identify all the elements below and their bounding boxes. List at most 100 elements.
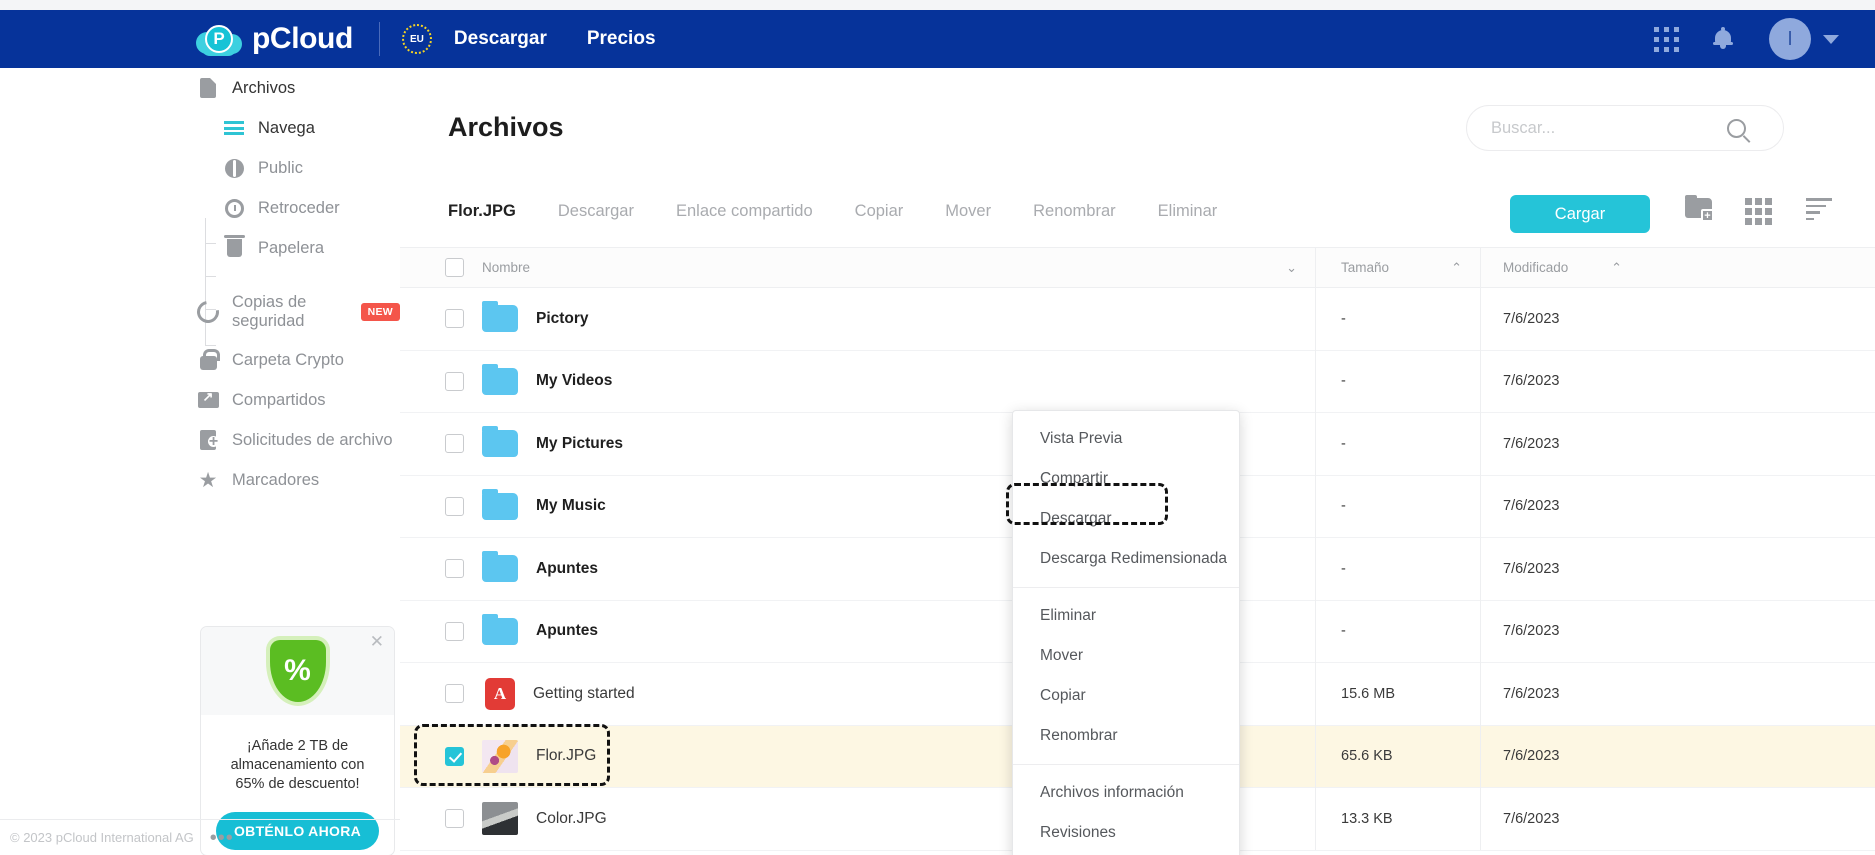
sidebar-item-public[interactable]: Public: [0, 148, 400, 188]
clock-rewind-icon: [222, 197, 246, 219]
grid-apps-icon[interactable]: [1654, 26, 1679, 52]
select-all-checkbox[interactable]: [445, 258, 464, 277]
sidebar: Archivos Navega Public Retroceder Papele…: [0, 68, 400, 855]
action-renombrar[interactable]: Renombrar: [1033, 202, 1116, 221]
menu-item-renombrar[interactable]: Renombrar: [1013, 716, 1239, 756]
sidebar-item-navega[interactable]: Navega: [0, 108, 400, 148]
action-eliminar[interactable]: Eliminar: [1158, 202, 1218, 221]
file-size: 65.6 KB: [1341, 748, 1393, 765]
row-checkbox[interactable]: [445, 809, 464, 829]
sidebar-item-label: Retroceder: [258, 198, 340, 217]
row-checkbox[interactable]: [445, 309, 464, 329]
menu-item-mover[interactable]: Mover: [1013, 636, 1239, 676]
action-enlace-compartido[interactable]: Enlace compartido: [676, 202, 813, 221]
sidebar-item-solicitudes-de-archivo[interactable]: Solicitudes de archivo: [0, 420, 400, 460]
action-descargar[interactable]: Descargar: [558, 202, 634, 221]
sidebar-item-marcadores[interactable]: ★ Marcadores: [0, 460, 400, 500]
column-header-modificado: Modificado: [1503, 260, 1569, 275]
folder-icon: [482, 301, 518, 333]
more-dots-icon[interactable]: •••: [210, 828, 234, 848]
sort-icon[interactable]: [1806, 198, 1832, 220]
sidebar-item-label: Compartidos: [232, 390, 326, 409]
file-name: Getting started: [533, 684, 635, 702]
browser-top-strip: [0, 0, 1875, 10]
file-size: -: [1341, 498, 1346, 515]
avatar[interactable]: I: [1769, 18, 1811, 60]
sidebar-item-compartidos[interactable]: Compartidos: [0, 380, 400, 420]
menu-item-descargar[interactable]: Descargar: [1013, 499, 1239, 539]
close-icon[interactable]: ✕: [370, 633, 384, 650]
row-checkbox[interactable]: [445, 621, 464, 641]
menu-item-revisiones[interactable]: Revisiones: [1013, 813, 1239, 853]
folder-icon: [482, 363, 518, 395]
upload-button[interactable]: Cargar: [1510, 195, 1650, 233]
grid-view-icon[interactable]: [1745, 198, 1772, 225]
table-header: Nombre ⌄ Tamaño ⌃ Modificado ⌃: [400, 247, 1875, 288]
sidebar-item-retroceder[interactable]: Retroceder: [0, 188, 400, 228]
action-copiar[interactable]: Copiar: [855, 202, 904, 221]
row-checkbox[interactable]: [445, 434, 464, 454]
file-size: -: [1341, 560, 1346, 577]
brand-logo[interactable]: P pCloud: [196, 22, 353, 56]
sidebar-item-label: Papelera: [258, 238, 325, 257]
search-input[interactable]: [1491, 118, 1711, 138]
file-size: -: [1341, 373, 1346, 390]
status-badge: NEW: [360, 303, 400, 321]
menu-item-archivos-informacion[interactable]: Archivos información: [1013, 773, 1239, 813]
new-folder-icon[interactable]: +: [1685, 195, 1714, 222]
nav-descargar[interactable]: Descargar: [454, 28, 547, 50]
context-menu-items: Vista Previa Compartir Descargar Descarga R…: [1013, 419, 1239, 853]
menu-item-descarga-redimensionada[interactable]: Descarga Redimensionada: [1013, 539, 1239, 579]
row-checkbox[interactable]: [445, 559, 464, 579]
sort-name-chevron-down-icon[interactable]: ⌄: [1286, 260, 1297, 276]
search-icon[interactable]: [1727, 118, 1746, 138]
search-box[interactable]: [1466, 105, 1784, 151]
menu-item-compartir[interactable]: Compartir: [1013, 459, 1239, 499]
sidebar-item-label: Copias de seguridad: [232, 293, 307, 330]
menu-item-vista-previa[interactable]: Vista Previa: [1013, 419, 1239, 459]
file-name: My Videos: [536, 372, 613, 390]
bell-icon[interactable]: [1713, 27, 1733, 51]
file-modified: 7/6/2023: [1503, 560, 1560, 577]
image-thumbnail: [482, 802, 518, 836]
nav-precios[interactable]: Precios: [587, 28, 656, 50]
chevron-down-icon[interactable]: [1823, 34, 1839, 44]
file-modified: 7/6/2023: [1503, 685, 1560, 702]
trash-icon: [222, 235, 246, 259]
file-modified: 7/6/2023: [1503, 498, 1560, 515]
sidebar-item-archivos[interactable]: Archivos: [0, 68, 400, 108]
row-checkbox[interactable]: [445, 496, 464, 516]
image-thumbnail: [482, 739, 518, 773]
pdf-file-icon: A: [485, 677, 515, 710]
sort-modified-chevron-up-icon[interactable]: ⌃: [1611, 260, 1622, 276]
table-row[interactable]: My Videos - 7/6/2023: [400, 350, 1875, 413]
file-name: My Pictures: [536, 434, 624, 452]
column-header-nombre: Nombre: [482, 260, 531, 275]
file-modified: 7/6/2023: [1503, 310, 1560, 327]
sidebar-item-carpeta-crypto[interactable]: Carpeta Crypto: [0, 340, 400, 380]
file-name: Pictory: [536, 309, 589, 327]
selected-file-label: Flor.JPG: [448, 202, 516, 220]
sidebar-item-label: Archivos: [232, 78, 296, 97]
header-right-tools: I: [1654, 18, 1839, 60]
folder-icon: [482, 488, 518, 520]
row-checkbox[interactable]: [445, 746, 464, 766]
sort-size-chevron-up-icon[interactable]: ⌃: [1451, 260, 1462, 276]
action-bar: Flor.JPG Descargar Enlace compartido Cop…: [400, 180, 1875, 248]
row-checkbox[interactable]: [445, 684, 464, 704]
menu-item-eliminar[interactable]: Eliminar: [1013, 596, 1239, 636]
menu-item-copiar[interactable]: Copiar: [1013, 676, 1239, 716]
file-size: 15.6 MB: [1341, 685, 1395, 702]
document-icon: [196, 77, 220, 99]
avatar-initial: I: [1787, 27, 1793, 50]
folder-icon: [482, 426, 518, 458]
tree-line: [205, 218, 206, 346]
promo-header: ✕ %: [201, 627, 394, 715]
shared-folder-icon: [196, 389, 220, 411]
sidebar-item-copias-de-seguridad[interactable]: Copias de seguridad NEW: [0, 284, 400, 340]
action-mover[interactable]: Mover: [945, 202, 991, 221]
sidebar-footer: © 2023 pCloud International AG •••: [0, 819, 400, 855]
table-row[interactable]: Pictory - 7/6/2023: [400, 287, 1875, 351]
row-checkbox[interactable]: [445, 371, 464, 391]
sidebar-item-papelera[interactable]: Papelera: [0, 228, 400, 268]
